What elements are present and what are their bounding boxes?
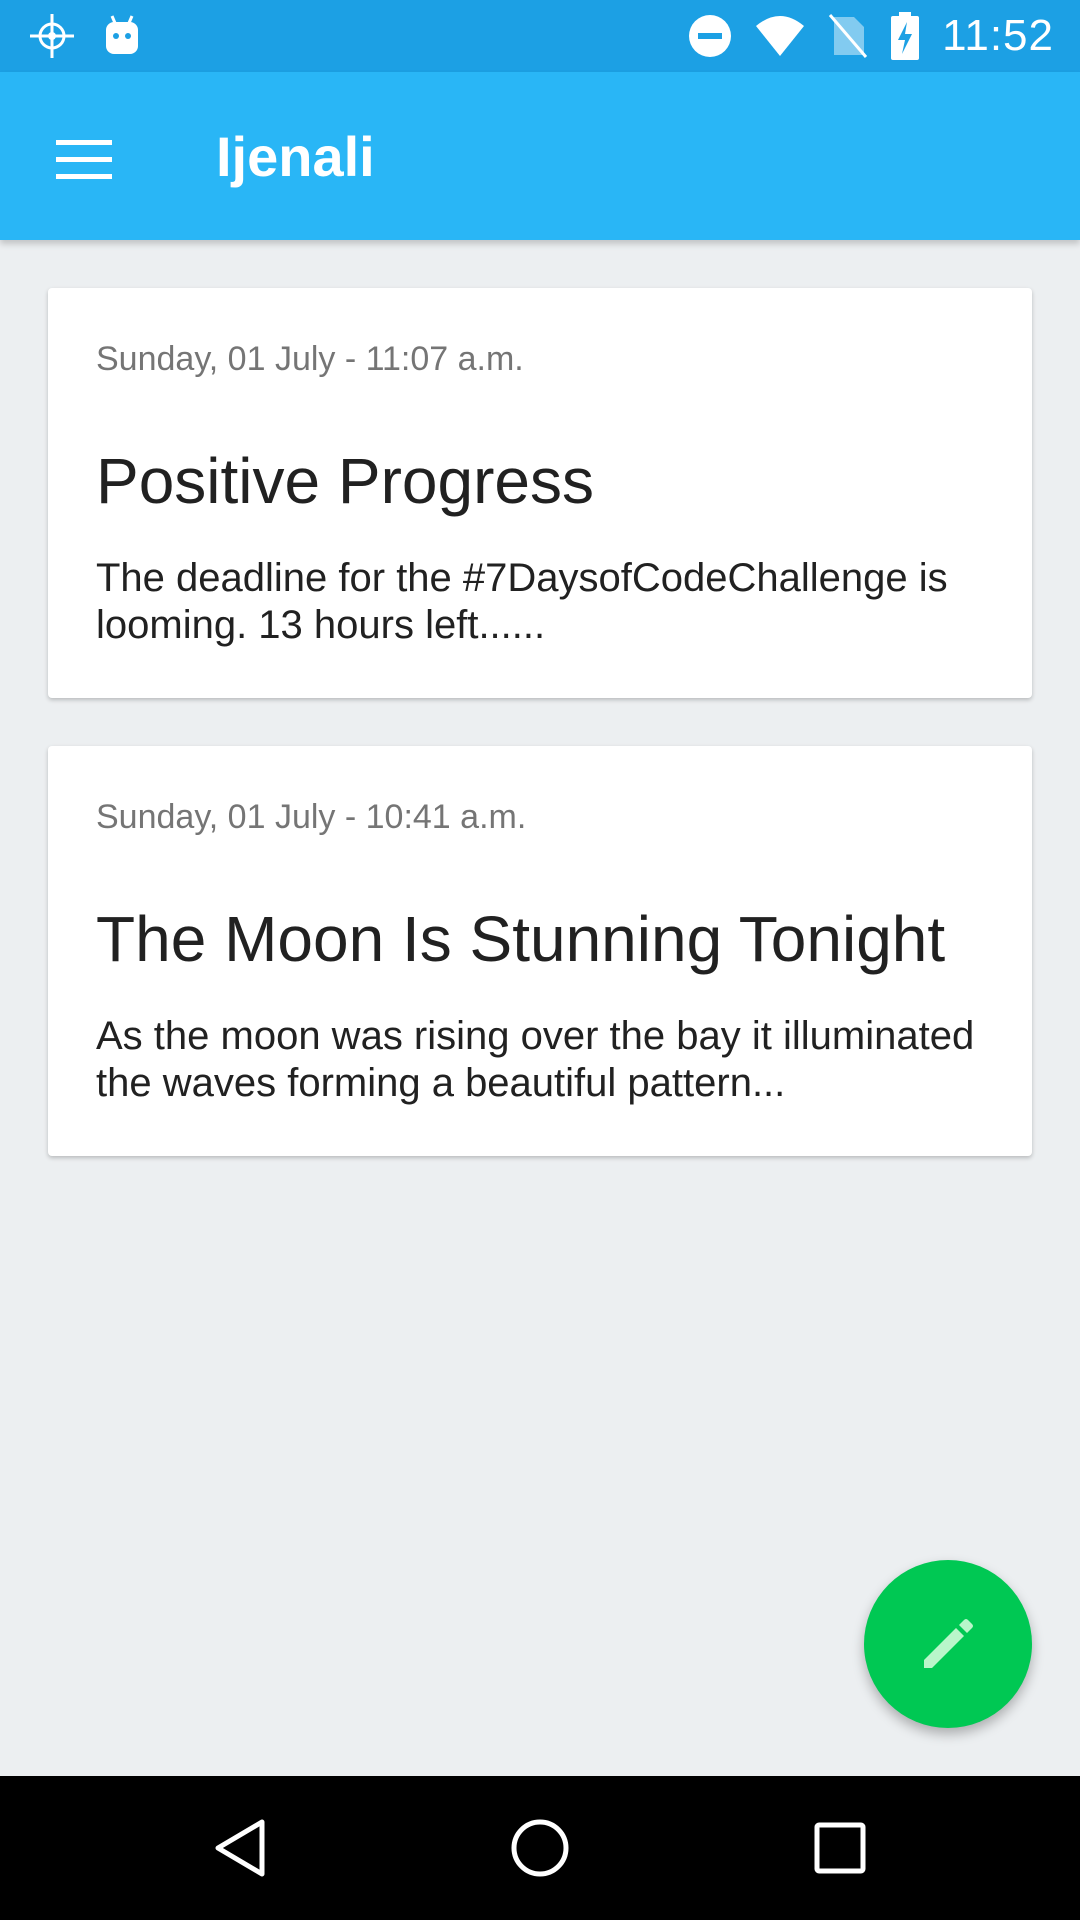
new-entry-fab[interactable]	[864, 1560, 1032, 1728]
recents-icon	[814, 1822, 866, 1874]
android-debug-icon	[106, 15, 138, 54]
menu-button[interactable]	[40, 116, 128, 204]
home-button[interactable]	[500, 1808, 580, 1888]
entry-title: Positive Progress	[96, 445, 594, 517]
navigation-bar	[0, 1776, 1080, 1920]
back-icon	[215, 1819, 265, 1877]
home-icon	[511, 1819, 569, 1877]
entry-date: Sunday, 01 July - 10:41 a.m.	[96, 798, 527, 836]
wifi-icon	[756, 16, 805, 56]
entry-list: Sunday, 01 July - 11:07 a.m. Positive Pr…	[48, 288, 1032, 1204]
entry-body: As the moon was rising over the bay it i…	[96, 1014, 975, 1105]
app-bar: Ijenali	[0, 72, 1080, 240]
entry-body: The deadline for the #7DaysofCodeChallen…	[96, 556, 948, 647]
status-bar: 11:52	[0, 0, 1080, 72]
entry-date: Sunday, 01 July - 11:07 a.m.	[96, 340, 524, 378]
entry-title: The Moon Is Stunning Tonight	[96, 903, 946, 975]
entry-card[interactable]: Sunday, 01 July - 11:07 a.m. Positive Pr…	[48, 288, 1032, 698]
pencil-icon	[924, 1619, 973, 1668]
crosshair-icon	[30, 14, 74, 58]
hamburger-menu-icon	[56, 140, 112, 179]
status-time: 11:52	[942, 11, 1054, 60]
entry-card[interactable]: Sunday, 01 July - 10:41 a.m. The Moon Is…	[48, 746, 1032, 1156]
do-not-disturb-icon	[689, 15, 732, 57]
recents-button[interactable]	[800, 1808, 880, 1888]
app-title: Ijenali	[216, 125, 375, 188]
back-button[interactable]	[200, 1808, 280, 1888]
no-sim-icon	[829, 14, 868, 58]
battery-charging-icon	[891, 12, 920, 60]
